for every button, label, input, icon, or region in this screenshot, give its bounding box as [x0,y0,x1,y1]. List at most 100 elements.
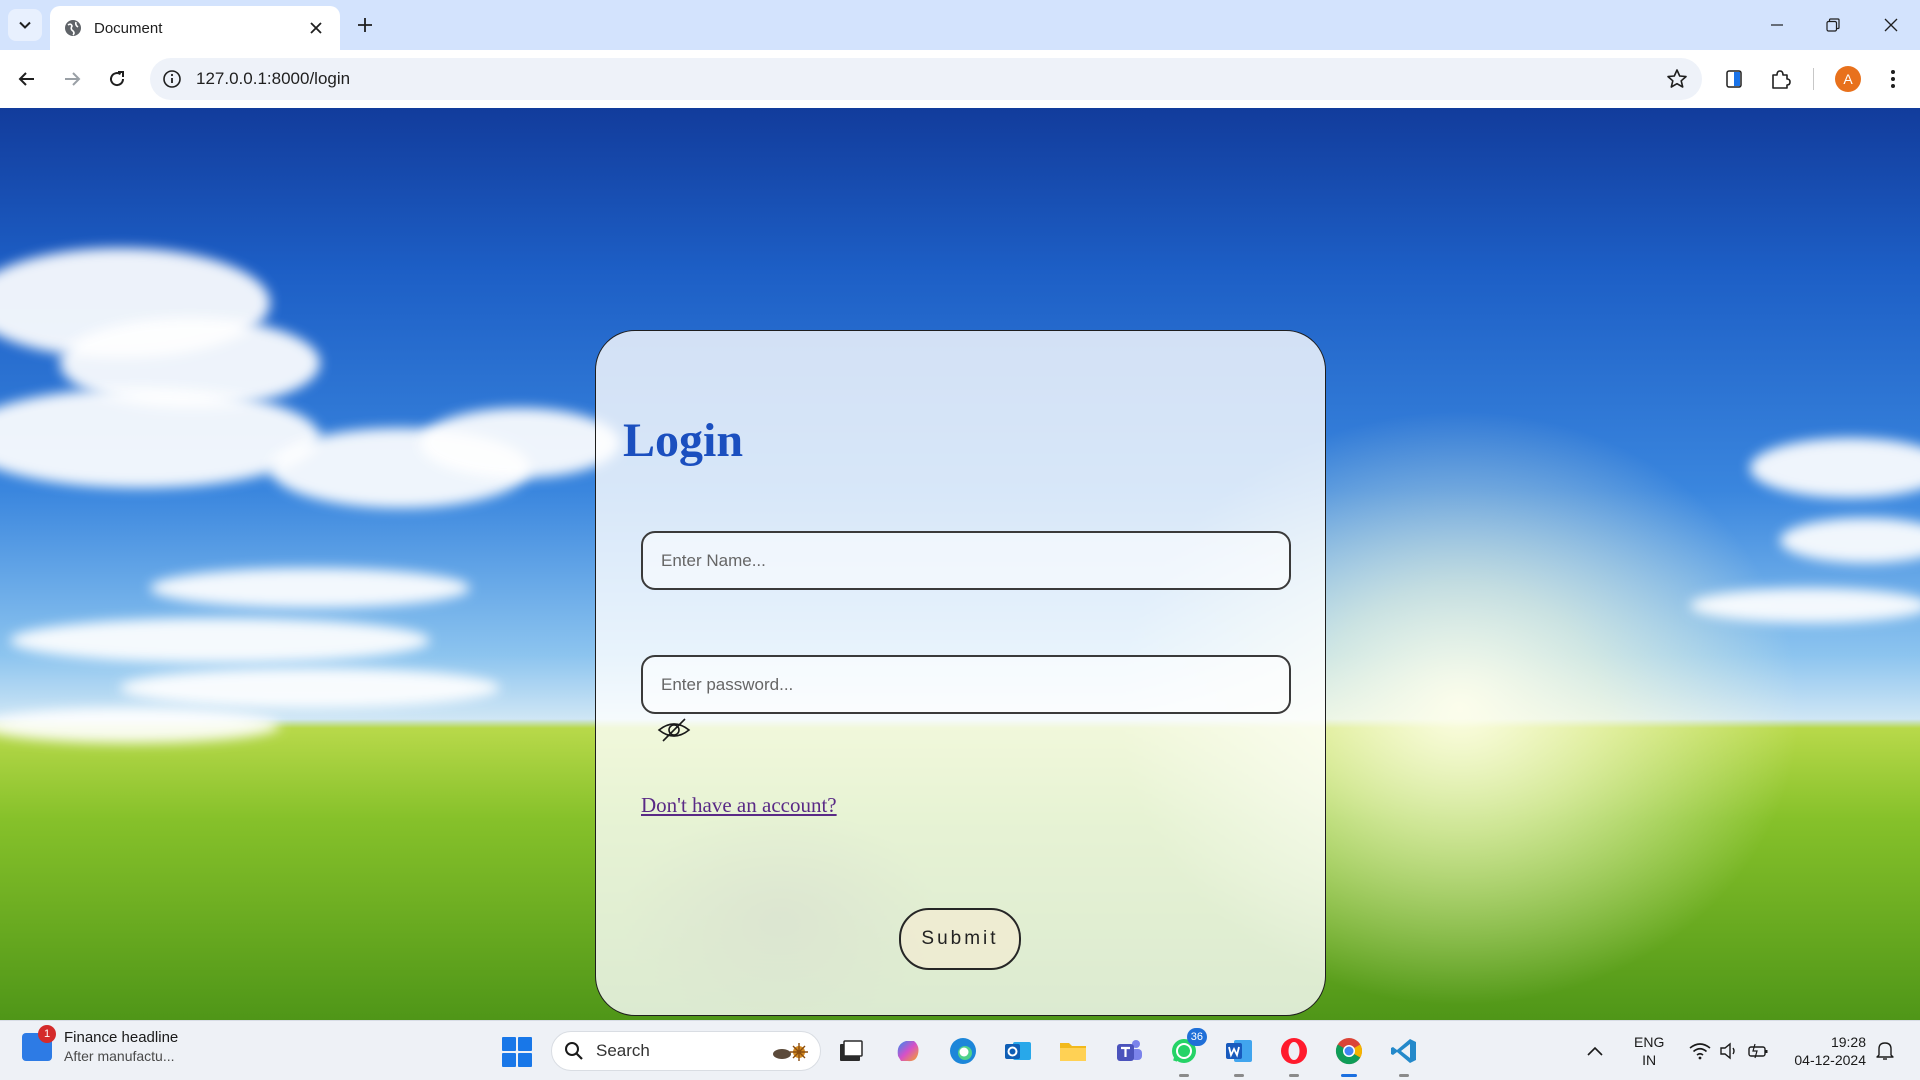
show-hidden-icons-button[interactable] [1582,1032,1608,1070]
puzzle-icon [1772,70,1791,89]
close-window-button[interactable] [1871,10,1911,40]
tab-title: Document [94,19,163,37]
minimize-icon [1771,24,1783,26]
login-title: Login [623,414,744,467]
clock-date: 04-12-2024 [1794,1052,1866,1068]
close-icon [1884,18,1898,32]
restore-icon [1826,18,1840,32]
news-badge: 1 [38,1024,56,1043]
taskbar-file-explorer[interactable] [1054,1032,1092,1070]
back-button[interactable] [11,63,43,95]
chrome-icon [1335,1038,1363,1065]
page-viewport: Login Don't have an account? Submit [0,108,1920,1020]
arrow-left-icon [18,72,34,86]
url-text[interactable]: 127.0.0.1:8000/login [196,69,350,89]
outlook-icon [1005,1042,1031,1060]
taskbar-copilot[interactable] [889,1032,927,1070]
bookmark-star-icon[interactable] [1666,68,1688,90]
more-vertical-icon [1891,70,1895,88]
taskbar-whatsapp[interactable]: 36 [1165,1028,1207,1077]
password-input[interactable] [641,655,1291,714]
taskbar-edge[interactable] [944,1032,982,1070]
browser-tab[interactable]: Document [50,6,340,50]
plus-icon [358,18,372,32]
bell-icon [1876,1042,1894,1060]
background-cloud [0,708,280,743]
region-code: IN [1642,1052,1657,1068]
site-info-icon[interactable] [162,69,182,89]
address-bar[interactable]: 127.0.0.1:8000/login [150,58,1702,100]
browser-toolbar: 127.0.0.1:8000/login [0,50,1920,108]
news-widget[interactable]: 1 Finance headline After manufactu... [22,1024,179,1064]
chevron-down-icon [19,21,31,29]
language-indicator[interactable]: ENG IN [1634,1033,1664,1069]
vscode-icon [1391,1039,1416,1063]
battery-icon [1748,1043,1768,1059]
teams-icon [1117,1040,1142,1061]
background-cloud [420,408,620,478]
quick-settings-button[interactable] [1684,1032,1774,1070]
taskbar-clock[interactable]: 19:28 04-12-2024 [1784,1033,1866,1069]
search-icon [565,1042,583,1060]
browser-menu-button[interactable] [1879,65,1907,93]
language-code: ENG [1634,1034,1665,1050]
chevron-up-icon [1587,1046,1603,1056]
reading-mode-button[interactable] [1720,65,1748,93]
restore-button[interactable] [1813,10,1853,40]
running-indicator-active [1341,1074,1357,1077]
close-tab-icon[interactable] [306,18,326,38]
background-cloud [1690,588,1920,623]
start-button[interactable] [502,1037,532,1067]
eye-slash-icon [657,718,691,742]
windows-taskbar: 1 Finance headline After manufactu... Se… [0,1020,1920,1080]
running-indicator [1399,1074,1409,1077]
background-cloud [10,618,430,663]
copilot-icon [897,1041,919,1062]
folder-icon [1060,1043,1086,1061]
background-cloud [150,568,470,608]
new-tab-button[interactable] [352,12,378,38]
minimize-button[interactable] [1757,10,1797,40]
notifications-button[interactable] [1870,1032,1900,1070]
task-view-icon [840,1040,863,1061]
submit-button[interactable]: Submit [899,908,1021,970]
name-input[interactable] [641,531,1291,590]
clock-time: 19:28 [1830,1034,1866,1050]
signup-link[interactable]: Don't have an account? [641,793,837,818]
reload-icon [110,71,125,87]
search-highlight-icon [773,1043,808,1061]
reload-button[interactable] [101,63,133,95]
running-indicator [1234,1074,1244,1077]
side-panel-icon [1726,70,1742,88]
taskbar-opera[interactable] [1275,1032,1313,1077]
edge-icon [950,1038,976,1064]
tab-search-button[interactable] [8,9,42,41]
taskbar-teams[interactable] [1110,1032,1148,1070]
toolbar-divider [1813,68,1814,90]
extensions-button[interactable] [1766,65,1794,93]
volume-icon [1720,1042,1735,1060]
word-icon [1226,1040,1252,1062]
running-indicator [1179,1074,1189,1077]
taskbar-vscode[interactable] [1385,1032,1423,1077]
taskbar-word[interactable] [1220,1032,1258,1077]
taskbar-outlook[interactable] [999,1032,1037,1070]
browser-tabstrip: Document [0,0,1920,50]
password-visibility-toggle[interactable] [657,717,691,743]
arrow-right-icon [65,72,81,86]
search-label: Search [596,1041,650,1060]
taskbar-chrome[interactable] [1330,1032,1368,1077]
globe-icon [65,20,81,36]
opera-icon [1281,1038,1307,1064]
profile-avatar[interactable]: A [1835,66,1861,92]
background-cloud [120,668,500,708]
forward-button[interactable] [56,63,88,95]
taskbar-search[interactable]: Search [551,1031,821,1071]
news-widget-icon: 1 [22,1024,56,1061]
login-card: Login Don't have an account? Submit [595,330,1326,1016]
news-title: Finance headline [64,1029,179,1046]
taskbar-task-view[interactable] [832,1032,870,1070]
news-subtitle: After manufactu... [64,1048,175,1064]
wifi-icon [1689,1043,1711,1060]
running-indicator [1289,1074,1299,1077]
